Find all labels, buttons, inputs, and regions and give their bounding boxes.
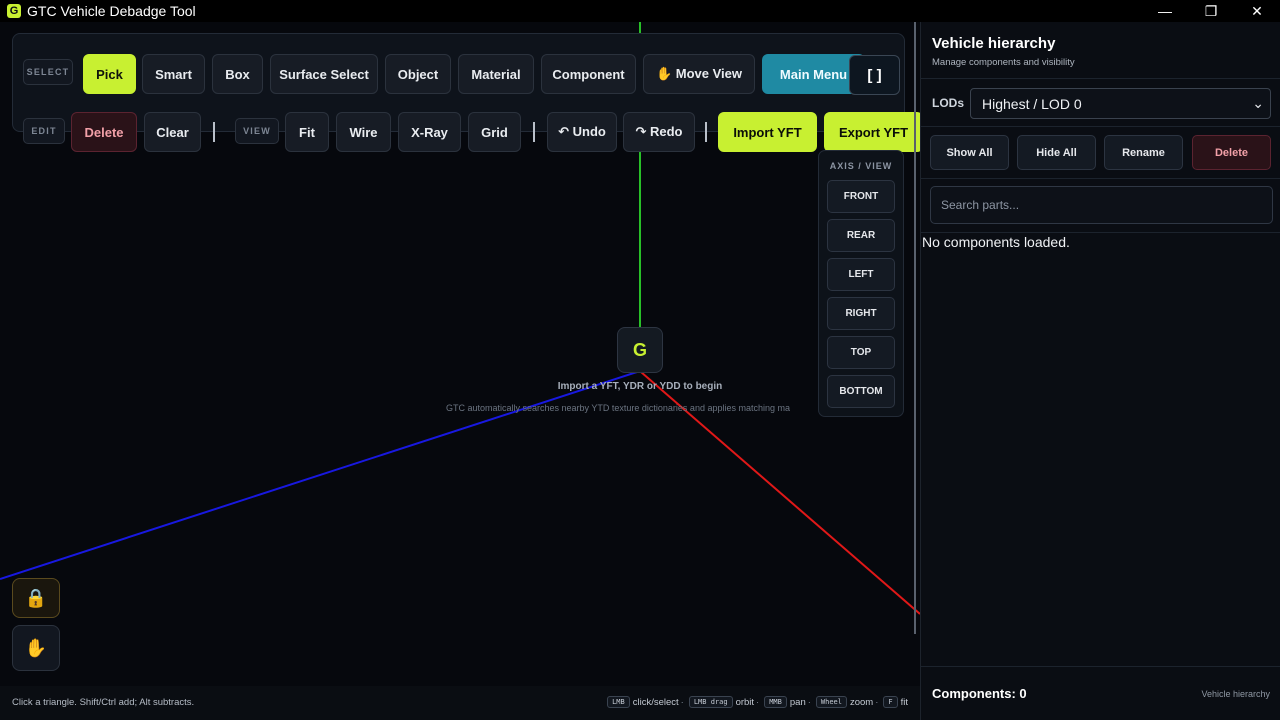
divider [921, 666, 1280, 667]
view-top-button[interactable]: TOP [827, 336, 895, 369]
legend-separator: · [680, 696, 684, 708]
viewport-scrollbar[interactable] [914, 22, 916, 634]
status-hint: Click a triangle. Shift/Ctrl add; Alt su… [12, 697, 195, 708]
delete-part-button[interactable]: Delete [1192, 135, 1271, 170]
undo-button[interactable]: ↶ Undo [547, 112, 617, 152]
pick-button[interactable]: Pick [83, 54, 136, 94]
fullscreen-toggle-button[interactable]: [ ] [849, 55, 900, 95]
mouse-controls-legend: LMB click/select · LMB drag orbit · MMB … [604, 696, 908, 708]
view-front-button[interactable]: FRONT [827, 180, 895, 213]
object-button[interactable]: Object [385, 54, 451, 94]
window-title: GTC Vehicle Debadge Tool [27, 3, 196, 19]
panel-title: Vehicle hierarchy [932, 35, 1056, 52]
surface-select-button[interactable]: Surface Select [270, 54, 378, 94]
components-count: Components: 0 [932, 686, 1027, 701]
hide-all-button[interactable]: Hide All [1017, 135, 1096, 170]
empty-state-title: Import a YFT, YDR or YDD to begin [557, 381, 723, 392]
import-yft-button[interactable]: Import YFT [718, 112, 817, 152]
orbit-label: orbit [735, 696, 755, 708]
view-rear-button[interactable]: REAR [827, 219, 895, 252]
restore-button[interactable]: ❐ [1188, 0, 1234, 22]
hand-icon[interactable]: ✋ [12, 625, 60, 671]
divider [921, 232, 1280, 233]
wire-button[interactable]: Wire [336, 112, 391, 152]
center-logo-icon: G [617, 327, 663, 373]
lods-label: LODs [932, 96, 965, 110]
chevron-down-icon: ⌄ [1252, 95, 1264, 111]
divider [921, 126, 1280, 127]
close-button[interactable]: ✕ [1234, 0, 1280, 22]
click-select-label: click/select [632, 696, 679, 708]
toolbar-separator [213, 122, 215, 142]
clear-button[interactable]: Clear [144, 112, 201, 152]
show-all-button[interactable]: Show All [930, 135, 1009, 170]
viewport-3d[interactable]: SELECT Pick Smart Box Surface Select Obj… [0, 22, 920, 720]
legend-separator: · [875, 696, 879, 708]
legend-separator: · [756, 696, 760, 708]
component-button[interactable]: Component [541, 54, 636, 94]
panel-subtitle: Manage components and visibility [932, 57, 1075, 68]
material-button[interactable]: Material [458, 54, 534, 94]
toolbar-separator [533, 122, 535, 142]
view-left-button[interactable]: LEFT [827, 258, 895, 291]
lock-icon[interactable]: 🔒 [12, 578, 60, 618]
fit-button[interactable]: Fit [285, 112, 329, 152]
app-logo-icon: G [7, 4, 21, 18]
axis-view-panel: AXIS / VIEW FRONT REAR LEFT RIGHT TOP BO… [818, 150, 904, 417]
box-button[interactable]: Box [212, 54, 263, 94]
axis-view-title: AXIS / VIEW [829, 161, 893, 171]
hierarchy-panel: Vehicle hierarchy Manage components and … [920, 22, 1280, 720]
lmb-key: LMB [607, 696, 630, 708]
search-parts-input[interactable]: Search parts... [930, 186, 1273, 224]
mmb-key: MMB [764, 696, 787, 708]
move-view-button[interactable]: ✋ Move View [643, 54, 755, 94]
toolbar-separator [705, 122, 707, 142]
empty-components-message: No components loaded. [922, 234, 1070, 250]
f-key: F [883, 696, 898, 708]
redo-button[interactable]: ↷ Redo [623, 112, 695, 152]
fit-label: fit [900, 696, 908, 708]
grid-button[interactable]: Grid [468, 112, 521, 152]
main-toolbar: SELECT Pick Smart Box Surface Select Obj… [12, 33, 920, 152]
wheel-key: Wheel [815, 696, 847, 708]
legend-separator: · [807, 696, 811, 708]
export-yft-button[interactable]: Export YFT [824, 112, 920, 152]
minimize-button[interactable]: — [1142, 0, 1188, 22]
view-section-tag: VIEW [235, 118, 279, 144]
lod-selected-value: Highest / LOD 0 [982, 95, 1082, 112]
xray-button[interactable]: X-Ray [398, 112, 461, 152]
lmb-drag-key: LMB drag [688, 696, 733, 708]
status-bar: Click a triangle. Shift/Ctrl add; Alt su… [0, 686, 920, 720]
smart-button[interactable]: Smart [142, 54, 205, 94]
select-section-tag: SELECT [23, 59, 73, 85]
divider [921, 78, 1280, 79]
view-right-button[interactable]: RIGHT [827, 297, 895, 330]
zoom-label: zoom [849, 696, 874, 708]
delete-button[interactable]: Delete [71, 112, 137, 152]
rename-button[interactable]: Rename [1104, 135, 1183, 170]
pan-label: pan [789, 696, 806, 708]
divider [921, 178, 1280, 179]
edit-section-tag: EDIT [23, 118, 65, 144]
lod-select[interactable]: Highest / LOD 0 ⌄ [970, 88, 1271, 119]
title-bar: G GTC Vehicle Debadge Tool — ❐ ✕ [0, 0, 1280, 22]
panel-footer-label: Vehicle hierarchy [1201, 689, 1270, 699]
empty-state-subtitle: GTC automatically searches nearby YTD te… [446, 403, 790, 413]
